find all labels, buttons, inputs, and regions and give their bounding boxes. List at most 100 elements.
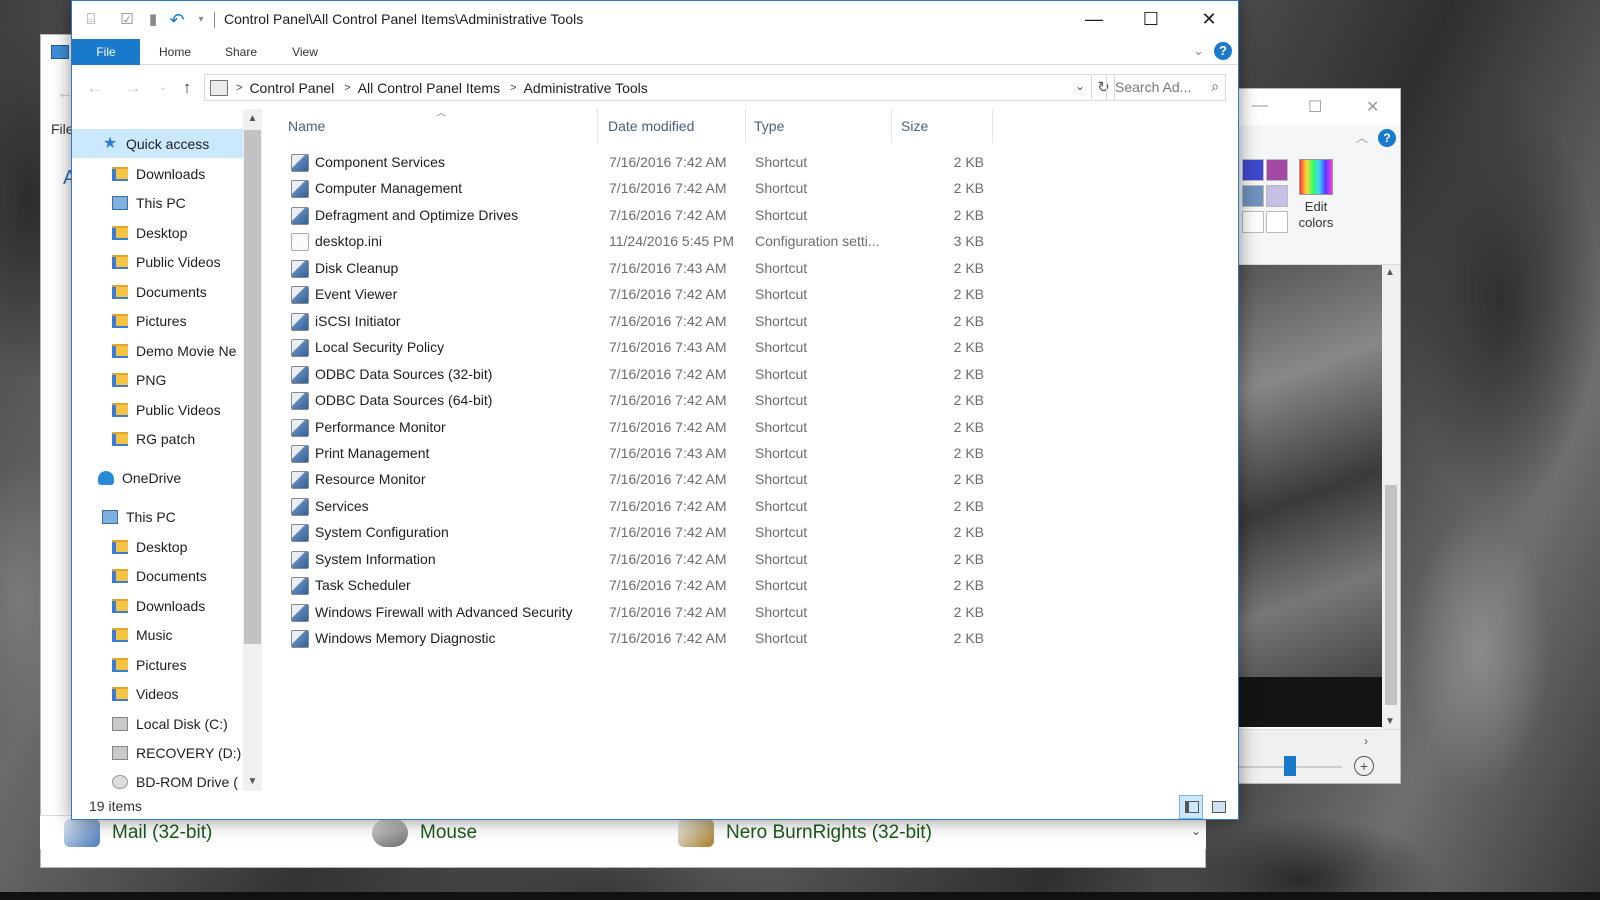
scrollbar-thumb[interactable] [244,130,261,644]
sidebar-item[interactable]: Documents [72,561,262,590]
zoom-in-icon[interactable]: + [1354,756,1374,776]
sidebar-item[interactable]: Desktop [72,532,262,561]
help-icon[interactable]: ? [1214,42,1232,60]
color-swatch[interactable] [1242,211,1264,233]
minimize-button[interactable]: — [1065,1,1123,37]
file-row[interactable]: Windows Memory Diagnostic 7/16/2016 7:42 … [282,626,1002,652]
sidebar-item[interactable]: Pictures📌 [72,306,262,335]
breadcrumb-separator-icon[interactable]: > [344,82,350,94]
sidebar-item[interactable]: Public Videos📌 [72,247,262,276]
scroll-up-icon[interactable]: ▲ [1385,267,1395,278]
customize-toolbar-icon[interactable]: ▾ [192,11,210,29]
close-icon[interactable]: ✕ [1366,97,1379,117]
file-row[interactable]: Component Services 7/16/2016 7:42 AM Short… [282,150,1002,176]
file-row[interactable]: Print Management 7/16/2016 7:43 AM Shortcu… [282,441,1002,467]
file-row[interactable]: desktop.ini 11/24/2016 5:45 PM Configurati… [282,229,1002,255]
large-icons-view-button[interactable] [1206,795,1230,819]
breadcrumb-all-items[interactable]: All Control Panel Items [358,80,500,96]
forward-icon[interactable]: → [122,77,144,99]
breadcrumb-control-panel[interactable]: Control Panel [249,80,334,96]
paint-vertical-scrollbar[interactable]: ▲ ▼ [1382,265,1400,729]
sidebar-item[interactable]: Pictures [72,650,262,679]
color-swatch[interactable] [1266,185,1288,207]
file-row[interactable]: Disk Cleanup 7/16/2016 7:43 AM Shortcut 2 K… [282,256,1002,282]
color-swatch[interactable] [1242,159,1264,181]
maximize-button[interactable]: ☐ [1122,1,1180,37]
file-row[interactable]: Task Scheduler 7/16/2016 7:42 AM Shortcut 2… [282,573,1002,599]
file-row[interactable]: ODBC Data Sources (32-bit) 7/16/2016 7:42… [282,362,1002,388]
paint-canvas[interactable] [1238,265,1384,725]
color-swatch[interactable] [1266,159,1288,181]
scroll-down-icon[interactable]: ⌄ [1188,824,1204,846]
cpl-item-mail[interactable]: Mail (32-bit) [64,816,212,850]
breadcrumb-separator-icon[interactable]: > [510,82,516,94]
sidebar-item[interactable]: OneDrive [72,463,262,492]
breadcrumb-separator-icon[interactable]: > [236,82,242,94]
column-header-size[interactable]: Size [895,109,993,143]
back-icon[interactable]: ← [84,77,106,99]
undo-icon[interactable]: ↶ [168,11,186,29]
address-bar[interactable]: > Control Panel > All Control Panel Item… [204,74,1092,101]
tab-view[interactable]: View [280,39,330,65]
scroll-down-icon[interactable]: ▼ [1385,716,1395,727]
file-row[interactable]: Defragment and Optimize Drives 7/16/2016 … [282,203,1002,229]
column-header-type[interactable]: Type [748,109,892,143]
file-row[interactable]: Windows Firewall with Advanced Security 7… [282,600,1002,626]
minimize-icon[interactable]: — [1252,97,1268,115]
sidebar-item[interactable]: Demo Movie Ne [72,336,262,365]
properties-icon[interactable]: ☑ [118,11,136,29]
sidebar-item[interactable]: This PC📌 [72,188,262,217]
search-input[interactable]: Search Ad... ⌕ [1106,74,1226,101]
cpl-item-mouse[interactable]: Mouse [372,816,477,850]
sidebar-item[interactable]: RECOVERY (D:) [72,738,262,767]
file-row[interactable]: Resource Monitor 7/16/2016 7:42 AM Shortcu… [282,467,1002,493]
up-icon[interactable]: ↑ [176,77,198,99]
file-row[interactable]: Performance Monitor 7/16/2016 7:42 AM Shor… [282,415,1002,441]
sidebar-item[interactable]: Downloads📌 [72,159,262,188]
sidebar-item[interactable]: Documents📌 [72,277,262,306]
tab-share[interactable]: Share [214,39,268,65]
tab-file[interactable]: File [72,39,140,65]
file-row[interactable]: System Configuration 7/16/2016 7:42 AM Sho… [282,520,1002,546]
sidebar-item[interactable]: Local Disk (C:) [72,709,262,738]
sidebar-item[interactable]: PNG [72,365,262,394]
navigation-pane-scrollbar[interactable]: ▲ ▼ [243,109,262,791]
column-header-date[interactable]: Date modified [602,109,746,143]
file-row[interactable]: Event Viewer 7/16/2016 7:42 AM Shortcut 2 K… [282,282,1002,308]
scroll-right-icon[interactable]: › [1364,734,1368,748]
file-row[interactable]: Services 7/16/2016 7:42 AM Shortcut 2 KB [282,494,1002,520]
search-icon[interactable]: ⌕ [1211,78,1219,95]
color-swatch[interactable] [1242,185,1264,207]
file-row[interactable]: Computer Management 7/16/2016 7:42 AM Shor… [282,176,1002,202]
tab-home[interactable]: Home [148,39,202,65]
cpl-item-nero[interactable]: Nero BurnRights (32-bit) [678,816,932,850]
expand-ribbon-icon[interactable]: ⌄ [1193,43,1204,59]
zoom-slider-thumb[interactable] [1284,756,1296,776]
scroll-up-icon[interactable]: ▲ [243,113,262,124]
edit-colors-button[interactable]: Edit colors [1296,159,1336,231]
new-folder-icon[interactable]: ▮ [144,11,162,29]
sidebar-item[interactable]: Music [72,620,262,649]
file-row[interactable]: iSCSI Initiator 7/16/2016 7:42 AM Shortcut… [282,309,1002,335]
sidebar-item[interactable]: Public Videos [72,395,262,424]
file-row[interactable]: Local Security Policy 7/16/2016 7:43 AM Sh… [282,335,1002,361]
sidebar-item[interactable]: BD-ROM Drive ( [72,767,262,791]
sidebar-item[interactable]: ★ Quick access [72,129,262,158]
details-view-button[interactable] [1179,795,1203,819]
sidebar-item[interactable]: Downloads [72,591,262,620]
address-dropdown-icon[interactable]: ⌄ [1075,79,1085,93]
sidebar-item[interactable]: This PC [72,502,262,531]
maximize-icon[interactable]: ☐ [1308,97,1322,117]
paint-window[interactable]: — ☐ ✕ ︿ ? Edit colors ▲ ▼ › + [1237,88,1401,784]
collapse-ribbon-icon[interactable]: ︿ [1356,129,1368,146]
breadcrumb-administrative-tools[interactable]: Administrative Tools [524,80,648,96]
file-row[interactable]: System Information 7/16/2016 7:42 AM Short… [282,547,1002,573]
file-explorer-window[interactable]: ⌸ ☑ ▮ ↶ ▾ Control Panel\All Control Pane… [71,0,1239,820]
sidebar-item[interactable]: Desktop📌 [72,218,262,247]
help-icon[interactable]: ? [1378,129,1396,147]
recent-locations-icon[interactable]: ⌄ [152,77,174,99]
sidebar-item[interactable]: Videos [72,679,262,708]
file-row[interactable]: ODBC Data Sources (64-bit) 7/16/2016 7:42… [282,388,1002,414]
sidebar-item[interactable]: RG patch [72,424,262,453]
close-button[interactable]: ✕ [1180,1,1238,37]
